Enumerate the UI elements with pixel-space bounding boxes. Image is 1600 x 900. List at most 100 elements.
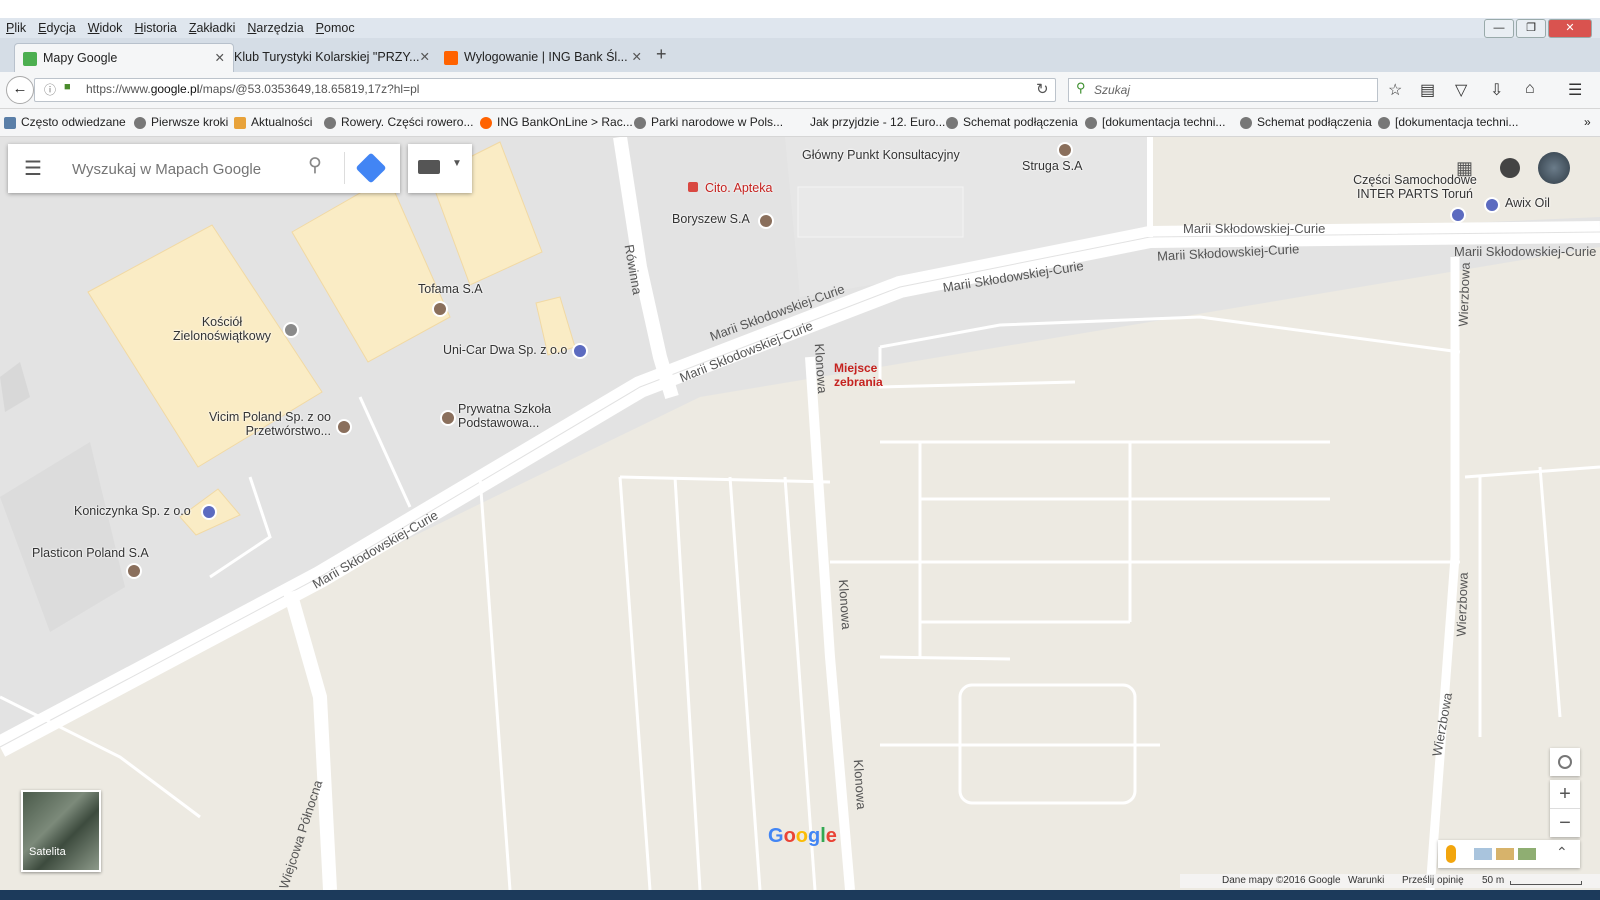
layer-thumb-icon[interactable] — [1496, 848, 1514, 860]
place-vicim[interactable]: Vicim Poland Sp. z oo Przetwórstwo... — [196, 410, 331, 438]
satellite-label: Satelita — [29, 846, 66, 858]
shopping-bag-icon[interactable] — [1450, 207, 1466, 223]
new-tab-button[interactable]: + — [656, 44, 667, 65]
maximize-button[interactable]: ❐ — [1516, 19, 1546, 38]
back-arrow-icon[interactable]: ← — [6, 76, 34, 104]
business-pin-icon[interactable] — [758, 213, 774, 229]
reload-icon[interactable]: ↻ — [1036, 80, 1049, 98]
bookmark-label: Schemat podłączenia — [963, 115, 1078, 129]
place-church[interactable]: Kościół Zielonoświątkowy — [166, 315, 278, 343]
bookmark-most-visited[interactable]: Często odwiedzane — [4, 109, 126, 136]
menu-history[interactable]: Historia — [134, 18, 176, 38]
maps-search-box: ☰ ⚲ — [8, 144, 400, 193]
bookmark-ing[interactable]: ING BankOnLine > Rac... — [480, 109, 633, 136]
zoom-control: + − — [1550, 780, 1580, 837]
globe-icon — [1240, 116, 1252, 129]
place-boryszew[interactable]: Boryszew S.A — [672, 212, 750, 226]
zoom-in-button[interactable]: + — [1550, 780, 1580, 809]
bookmark-euro[interactable]: Jak przyjdzie - 12. Euro... — [810, 109, 945, 136]
bookmark-parks[interactable]: Parki narodowe w Pols... — [634, 109, 783, 136]
business-pin-icon[interactable] — [336, 419, 352, 435]
expand-icon[interactable]: ⌃ — [1556, 844, 1568, 861]
place-awix-oil[interactable]: Awix Oil — [1505, 196, 1550, 210]
minimize-button[interactable]: — — [1484, 19, 1514, 38]
school-icon[interactable] — [440, 410, 456, 426]
close-tab-icon[interactable]: ✕ — [420, 43, 430, 71]
place-main-consult-point[interactable]: Główny Punkt Konsultacyjny — [802, 148, 960, 162]
terms-link[interactable]: Warunki — [1348, 875, 1384, 886]
info-icon[interactable]: ⓘ — [44, 81, 56, 98]
bookmark-schema-2[interactable]: Schemat podłączenia — [1240, 109, 1372, 136]
keyboard-icon[interactable] — [418, 160, 440, 174]
menu-bookmarks[interactable]: Zakładki — [189, 18, 236, 38]
feedback-link[interactable]: Prześlij opinię — [1402, 875, 1464, 886]
menu-file[interactable]: Plik — [6, 18, 26, 38]
place-struga[interactable]: Struga S.A — [1022, 159, 1082, 173]
menu-tools[interactable]: Narzędzia — [247, 18, 303, 38]
church-icon[interactable] — [283, 322, 299, 338]
maps-search-input[interactable] — [70, 156, 294, 182]
my-location-button[interactable] — [1550, 748, 1580, 776]
search-engine-icon[interactable]: ⚲ — [1076, 80, 1086, 96]
road-label-curie-3: Marii Skłodowskiej-Curie — [1454, 244, 1597, 259]
place-cito-apteka[interactable]: Cito. Apteka — [705, 181, 772, 195]
title-strip — [0, 0, 1600, 18]
satellite-toggle[interactable]: Satelita — [21, 790, 101, 872]
place-private-school[interactable]: Prywatna Szkoła Podstawowa... — [458, 402, 588, 430]
tab-google-maps[interactable]: Mapy Google ✕ — [14, 43, 234, 73]
ing-icon — [480, 116, 492, 129]
place-koniczynka[interactable]: Koniczynka Sp. z o.o — [74, 504, 191, 518]
layer-thumb-icon[interactable] — [1474, 848, 1492, 860]
reading-list-icon[interactable]: ▤ — [1420, 80, 1435, 100]
bookmark-schema-1[interactable]: Schemat podłączenia — [946, 109, 1078, 136]
search-icon[interactable]: ⚲ — [308, 154, 322, 177]
pocket-icon[interactable]: ▽ — [1455, 80, 1467, 100]
menu-bar: Plik Edycja Widok Historia Zakładki Narzędzia… — [0, 18, 1600, 38]
globe-icon — [324, 116, 336, 129]
bookmark-docs-2[interactable]: [dokumentacja techni... — [1378, 109, 1518, 136]
shopping-bag-icon[interactable] — [201, 504, 217, 520]
layers-bar: ⌃ — [1438, 840, 1580, 868]
business-pin-icon[interactable] — [432, 301, 448, 317]
avatar[interactable] — [1538, 152, 1570, 184]
chevron-down-icon[interactable]: ▼ — [452, 158, 462, 169]
globe-icon — [134, 116, 146, 129]
maps-menu-icon[interactable]: ☰ — [24, 156, 42, 181]
pegman-icon[interactable] — [1446, 845, 1456, 863]
notifications-icon[interactable] — [1500, 158, 1520, 178]
close-tab-icon[interactable]: ✕ — [632, 43, 642, 71]
close-window-button[interactable]: ✕ — [1548, 19, 1592, 38]
bookmark-first-steps[interactable]: Pierwsze kroki — [134, 109, 228, 136]
zoom-out-button[interactable]: − — [1550, 809, 1580, 837]
directions-icon[interactable] — [355, 152, 387, 184]
bookmark-bikes[interactable]: Rowery. Części rowero... — [324, 109, 473, 136]
business-pin-icon[interactable] — [126, 563, 142, 579]
layer-thumb-icon[interactable] — [1518, 848, 1536, 860]
tab-ing-bank[interactable]: Wylogowanie | ING Bank Śl... ✕ — [436, 43, 650, 72]
menu-view[interactable]: Widok — [88, 18, 123, 38]
star-bookmark-icon[interactable]: ☆ — [1388, 80, 1402, 100]
maps-favicon-icon — [23, 51, 37, 66]
map-canvas[interactable]: Główny Punkt Konsultacyjny Struga S.A Ci… — [0, 137, 1600, 890]
hamburger-menu-icon[interactable]: ☰ — [1568, 80, 1582, 100]
home-icon[interactable]: ⌂ — [1525, 80, 1535, 98]
place-plasticon[interactable]: Plasticon Poland S.A — [32, 546, 149, 560]
download-icon[interactable]: ⇩ — [1490, 80, 1503, 100]
fuel-icon[interactable] — [1484, 197, 1500, 213]
rss-icon — [234, 116, 246, 129]
bookmark-docs-1[interactable]: [dokumentacja techni... — [1085, 109, 1225, 136]
ing-favicon-icon — [444, 50, 458, 65]
apps-grid-icon[interactable]: ▦ — [1456, 158, 1473, 179]
place-tofama[interactable]: Tofama S.A — [418, 282, 483, 296]
shopping-bag-icon[interactable] — [572, 343, 588, 359]
close-tab-icon[interactable]: ✕ — [215, 44, 225, 72]
menu-edit[interactable]: Edycja — [38, 18, 76, 38]
place-uni-car[interactable]: Uni-Car Dwa Sp. z o.o — [443, 343, 567, 357]
map-footer: Dane mapy ©2016 Google Warunki Prześlij … — [1180, 874, 1600, 888]
tab-cycling-club[interactable]: Klub Turystyki Kolarskiej "PRZY... ✕ — [226, 43, 438, 72]
meeting-point-label[interactable]: Miejsce zebrania — [834, 361, 894, 389]
business-pin-icon[interactable] — [1057, 142, 1073, 158]
menu-help[interactable]: Pomoc — [316, 18, 355, 38]
more-bookmarks-icon[interactable]: » — [1584, 109, 1591, 136]
bookmark-news[interactable]: Aktualności — [234, 109, 312, 136]
